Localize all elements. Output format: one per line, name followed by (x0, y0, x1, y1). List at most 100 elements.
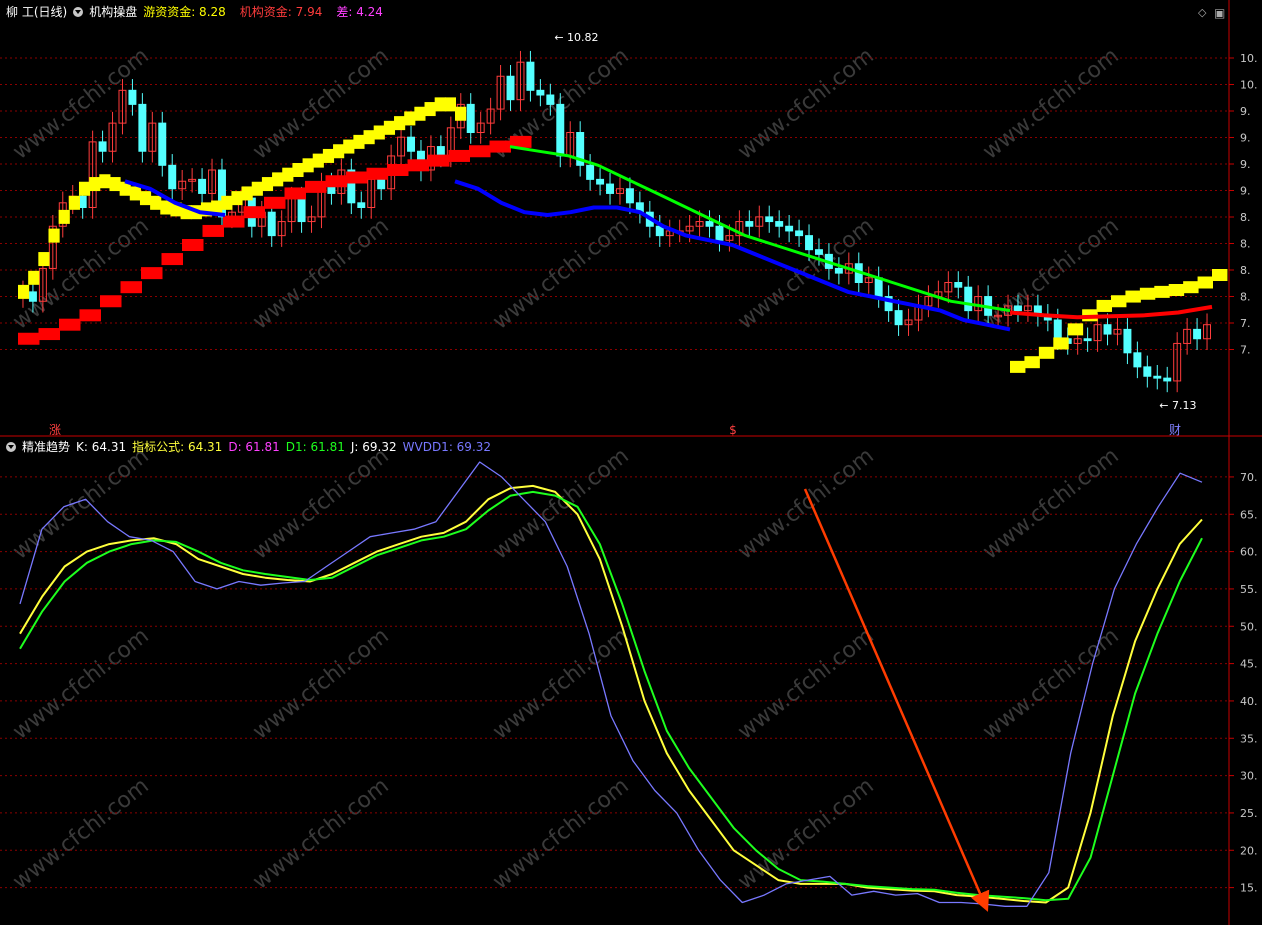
candle-body (198, 178, 207, 194)
candle-body (1013, 305, 1022, 312)
y-tick-label: 9. (1240, 132, 1251, 145)
ma-slow-band (161, 253, 183, 266)
ma-fast-band (1053, 337, 1069, 350)
candle-body (267, 211, 276, 237)
ma-fast-band (160, 200, 172, 215)
candle-body (795, 230, 804, 237)
ma-fast-band (312, 153, 324, 168)
y-tick-label: 8. (1240, 264, 1251, 277)
ma-slow-band (202, 224, 224, 237)
y-tick-label: 50. (1240, 620, 1258, 633)
watermark-text: www.cfchi.com (733, 443, 878, 564)
ma-fast-band (1197, 276, 1213, 289)
ma-slow-band (489, 140, 511, 153)
watermark-text: www.cfchi.com (978, 623, 1123, 744)
candle-body (138, 103, 147, 152)
y-tick-label: 8. (1240, 238, 1251, 251)
ma-fast-band (1024, 356, 1040, 369)
legend-d1: D1: 61.81 (285, 440, 345, 454)
ma-fast-band (414, 106, 426, 121)
ma-fast-band (1212, 269, 1228, 281)
indicator-name: 机构操盘 (89, 5, 138, 19)
ma-fast-band (434, 97, 446, 112)
watermark-text: www.cfchi.com (8, 443, 153, 564)
watermark-text: www.cfchi.com (733, 623, 878, 744)
candle-body (1143, 366, 1152, 377)
y-tick-label: 65. (1240, 508, 1258, 521)
ma-fast-band (272, 172, 284, 187)
candle-body (705, 221, 714, 227)
candle-body (357, 202, 366, 208)
maximize-icon[interactable]: ▣ (1214, 6, 1225, 20)
y-tick-label: 55. (1240, 583, 1258, 596)
candle-body (98, 141, 107, 152)
candle-body (526, 61, 535, 91)
ma-slow-band (38, 328, 60, 341)
ma-fast-band (68, 195, 80, 210)
candle-body (1083, 338, 1092, 342)
ma-fast-band (302, 158, 314, 173)
candle-body (894, 310, 903, 326)
ma-fast-band (251, 181, 263, 196)
candle-body (745, 221, 754, 227)
ma-fast-band (1139, 287, 1156, 300)
y-tick-label: 7. (1240, 344, 1251, 357)
candle-body (407, 136, 416, 152)
y-tick-label: 7. (1240, 317, 1251, 330)
ma-fast-band (78, 181, 91, 196)
watermark-text: www.cfchi.com (488, 773, 633, 894)
y-tick-label: 9. (1240, 185, 1251, 198)
ma-fast-band (322, 148, 335, 163)
candle-body (436, 146, 445, 157)
ma-fast-band (444, 97, 456, 112)
watermark-text: www.cfchi.com (733, 43, 878, 164)
settings-icon[interactable] (6, 442, 16, 452)
ma-fast-band (241, 186, 253, 201)
candle-body (964, 286, 973, 312)
candle-body (1053, 319, 1062, 340)
candle-body (1123, 328, 1132, 354)
indicator-name: 精准趋势 (22, 440, 71, 454)
candle-body (775, 221, 784, 227)
candle-body (28, 291, 37, 302)
y-tick-label: 40. (1240, 695, 1258, 708)
legend-d: D: 61.81 (228, 440, 280, 454)
candle-body (814, 249, 823, 255)
candle-body (297, 197, 306, 223)
ma-long-line (509, 145, 1011, 313)
watermark-text: www.cfchi.com (248, 43, 393, 164)
ma-slow-band (100, 295, 122, 308)
y-tick-label: 30. (1240, 770, 1258, 783)
watermark-text: www.cfchi.com (248, 623, 393, 744)
ma-fast-band (383, 120, 396, 135)
ma-slow-band (243, 206, 265, 219)
ma-slow-band (284, 187, 306, 200)
candle-body (506, 75, 515, 101)
y-tick-label: 35. (1240, 732, 1258, 745)
candle-body (1133, 352, 1142, 368)
watermark-text: www.cfchi.com (978, 443, 1123, 564)
ma-fast-band (292, 163, 304, 177)
ma-fast-band (129, 186, 141, 201)
watermark-text: www.cfchi.com (978, 43, 1123, 164)
ma-fast-band (1125, 290, 1141, 303)
y-tick-label: 25. (1240, 807, 1258, 820)
candle-body (1163, 377, 1172, 382)
ma-fast-band (261, 177, 274, 192)
ma-fast-band (58, 209, 70, 224)
ma-fast-band (38, 252, 50, 267)
settings-icon[interactable] (73, 7, 84, 17)
candle-body (785, 225, 794, 232)
candle-body (715, 225, 724, 241)
watermark-text: www.cfchi.com (8, 623, 153, 744)
legend-formula: 指标公式: 64.31 (132, 440, 223, 454)
diamond-icon[interactable]: ◇ (1198, 6, 1206, 19)
ma-fast-band (1096, 299, 1112, 312)
ma-fast-band (150, 195, 162, 210)
ma-fast-band (1067, 323, 1084, 336)
ma-fast-band (333, 144, 345, 159)
candle-body (596, 178, 605, 185)
candle-body (1193, 328, 1202, 340)
y-tick-label: 10. (1240, 52, 1258, 65)
ma-slow-band (305, 180, 327, 193)
